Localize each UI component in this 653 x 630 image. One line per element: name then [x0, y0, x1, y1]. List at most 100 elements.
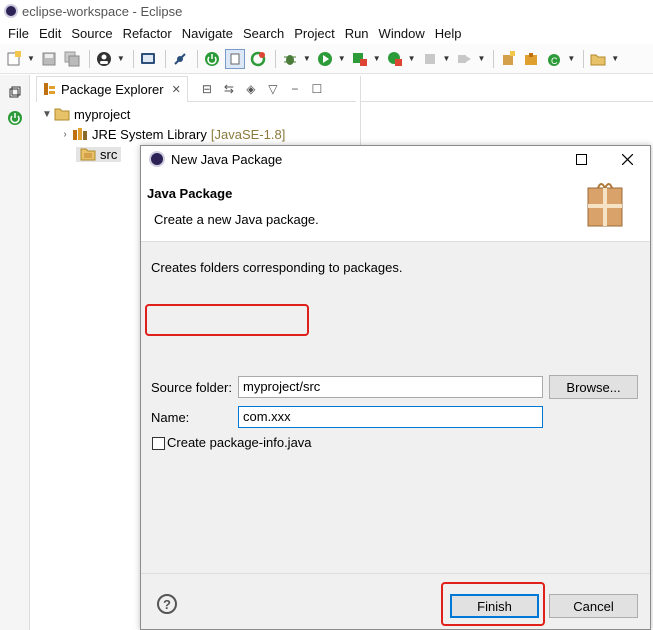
- jre-library-label: JRE System Library: [92, 126, 207, 142]
- coverage-dropdown-icon[interactable]: ▼: [373, 54, 381, 63]
- dialog-header-description: Create a new Java package.: [154, 212, 319, 227]
- toolbar-separator: [583, 49, 585, 68]
- name-label: Name:: [151, 410, 190, 425]
- new-java-package-icon[interactable]: [498, 49, 518, 69]
- package-explorer-icon: [44, 83, 55, 95]
- dialog-window-buttons: [558, 146, 650, 172]
- source-folder-label: Source folder:: [151, 380, 232, 395]
- maximize-icon[interactable]: [558, 146, 604, 172]
- toolbar-separator: [88, 49, 90, 68]
- focus-icon[interactable]: ◈: [240, 82, 262, 96]
- help-icon[interactable]: ?: [157, 594, 177, 614]
- external-tools-dropdown-icon[interactable]: ▼: [408, 54, 416, 63]
- user-icon[interactable]: [94, 49, 114, 69]
- link-with-editor-icon[interactable]: ⇆: [218, 82, 240, 96]
- close-icon[interactable]: ✕: [172, 83, 181, 96]
- window-title: eclipse-workspace - Eclipse: [22, 3, 183, 19]
- power-icon[interactable]: [202, 49, 222, 69]
- menu-navigate[interactable]: Navigate: [177, 26, 238, 41]
- external-tools-icon[interactable]: [385, 49, 405, 69]
- dialog-header: Java Package Create a new Java package.: [141, 172, 650, 242]
- save-all-icon[interactable]: [62, 49, 82, 69]
- user-dropdown-icon[interactable]: ▼: [117, 54, 125, 63]
- chevron-down-icon[interactable]: ▼: [40, 109, 54, 120]
- new-java-package-dialog: New Java Package Java Package Create a n…: [140, 145, 651, 630]
- left-trim-strip: [0, 75, 30, 630]
- collapse-all-icon[interactable]: ⊟: [196, 82, 218, 96]
- toolbar-separator: [493, 49, 495, 68]
- finish-highlight-box: [441, 582, 545, 626]
- cancel-button[interactable]: Cancel: [549, 594, 638, 618]
- package-wizard-icon: [587, 183, 623, 227]
- menu-refactor[interactable]: Refactor: [118, 26, 177, 41]
- menu-search[interactable]: Search: [238, 26, 289, 41]
- maximize-icon[interactable]: ☐: [306, 82, 328, 96]
- toolbar-separator: [196, 49, 198, 68]
- chevron-right-icon[interactable]: ›: [58, 129, 72, 140]
- toolbar-separator: [274, 49, 276, 68]
- window-titlebar: eclipse-workspace - Eclipse: [0, 0, 653, 22]
- library-icon: [73, 128, 87, 140]
- run-dropdown-icon[interactable]: ▼: [338, 54, 346, 63]
- package-explorer-tabbar: Package Explorer ✕ ⊟ ⇆ ◈ ▽ − ☐: [36, 75, 356, 102]
- new-java-class-icon[interactable]: [521, 49, 541, 69]
- dialog-title: New Java Package: [171, 151, 283, 167]
- coverage-icon[interactable]: [350, 49, 370, 69]
- tree-row-jre[interactable]: › JRE System Library [JavaSE-1.8]: [36, 124, 356, 144]
- refresh-green-icon[interactable]: [248, 49, 268, 69]
- menu-edit[interactable]: Edit: [34, 26, 66, 41]
- terminal-icon[interactable]: [138, 49, 158, 69]
- debug-dropdown-icon[interactable]: ▼: [303, 54, 311, 63]
- project-folder-icon: [54, 108, 70, 121]
- menu-source[interactable]: Source: [66, 26, 117, 41]
- open-folder-icon[interactable]: [588, 49, 608, 69]
- skip-breakpoints-icon[interactable]: [170, 49, 190, 69]
- open-type-dropdown-icon[interactable]: ▼: [567, 54, 575, 63]
- new-dropdown-icon[interactable]: ▼: [27, 54, 35, 63]
- new-icon[interactable]: [4, 49, 24, 69]
- jre-version-label: [JavaSE-1.8]: [210, 126, 286, 142]
- save-icon[interactable]: [39, 49, 59, 69]
- eclipse-dialog-icon: [149, 151, 165, 167]
- view-menu-icon[interactable]: ▽: [262, 82, 284, 96]
- menu-help[interactable]: Help: [430, 26, 467, 41]
- svg-text:C: C: [551, 56, 558, 66]
- browse-button[interactable]: Browse...: [549, 375, 638, 399]
- src-folder-name: src: [100, 146, 118, 162]
- source-folder-field[interactable]: myproject/src: [238, 376, 543, 398]
- dialog-footer: ? Finish Cancel: [141, 573, 650, 629]
- stop-icon[interactable]: [420, 49, 440, 69]
- toolbar-separator: [132, 49, 134, 68]
- servers-view-icon[interactable]: [6, 109, 24, 127]
- package-explorer-tab[interactable]: Package Explorer ✕: [36, 75, 188, 102]
- dialog-titlebar: New Java Package: [141, 146, 650, 172]
- tree-row-project[interactable]: ▼ myproject: [36, 104, 356, 124]
- launch-icon[interactable]: [454, 49, 474, 69]
- eclipse-app-icon: [4, 4, 18, 18]
- stop-dropdown-icon[interactable]: ▼: [443, 54, 451, 63]
- package-name-field[interactable]: com.xxx: [238, 406, 543, 428]
- toggle-mark-icon[interactable]: [224, 48, 245, 69]
- menu-file[interactable]: File: [3, 26, 34, 41]
- dialog-body-description: Creates folders corresponding to package…: [151, 260, 403, 275]
- minimize-icon[interactable]: −: [284, 82, 306, 96]
- package-explorer-tab-label: Package Explorer: [61, 81, 164, 97]
- name-highlight-box: [145, 304, 309, 336]
- menubar: File Edit Source Refactor Navigate Searc…: [0, 22, 653, 44]
- menu-window[interactable]: Window: [374, 26, 430, 41]
- view-toolbar: ⊟ ⇆ ◈ ▽ − ☐: [196, 82, 328, 96]
- run-icon[interactable]: [315, 49, 335, 69]
- src-selection: src: [76, 146, 122, 162]
- package-info-checkbox-label[interactable]: Create package-info.java: [167, 435, 312, 450]
- package-info-checkbox[interactable]: [152, 437, 165, 450]
- menu-run[interactable]: Run: [340, 26, 374, 41]
- dialog-header-title: Java Package: [147, 186, 233, 201]
- open-type-icon[interactable]: C: [544, 49, 564, 69]
- close-icon[interactable]: [604, 146, 650, 172]
- launch-dropdown-icon[interactable]: ▼: [477, 54, 485, 63]
- dialog-body: Creates folders corresponding to package…: [141, 242, 650, 578]
- restore-icon[interactable]: [6, 83, 24, 101]
- open-folder-dropdown-icon[interactable]: ▼: [611, 54, 619, 63]
- menu-project[interactable]: Project: [289, 26, 339, 41]
- debug-icon[interactable]: [280, 49, 300, 69]
